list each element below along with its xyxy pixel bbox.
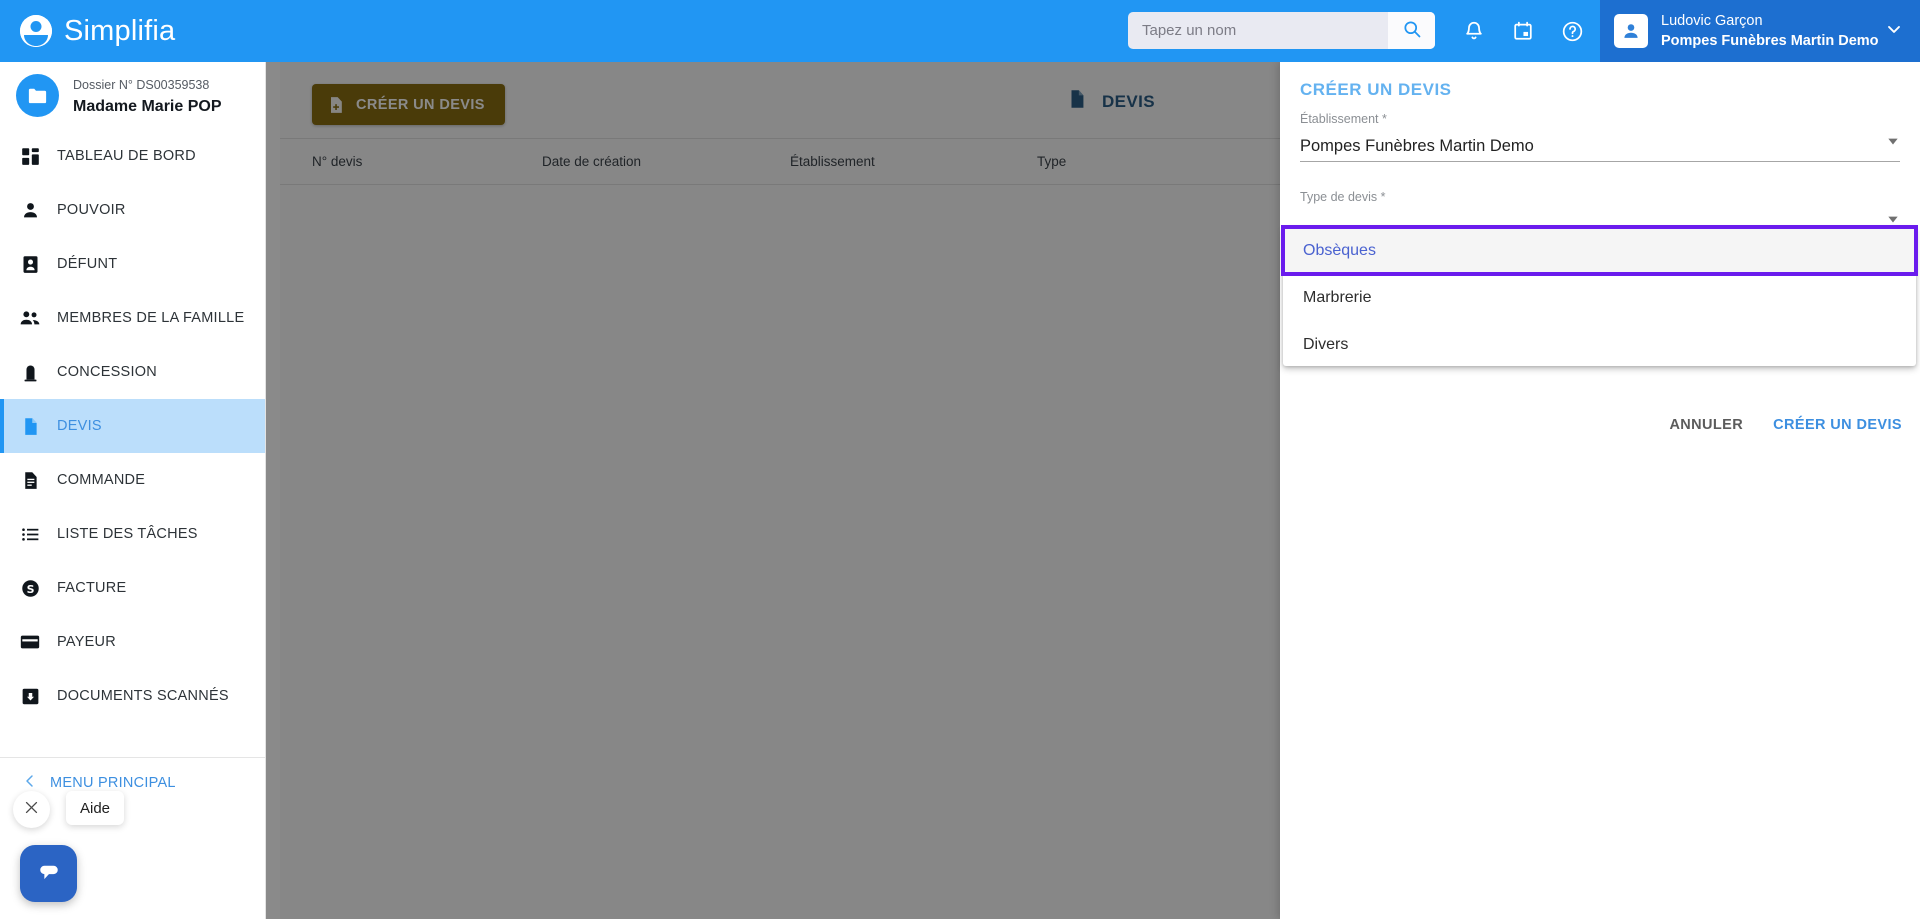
- sidebar-item-concession[interactable]: CONCESSION: [0, 345, 265, 399]
- sidebar-item-label: MEMBRES DE LA FAMILLE: [57, 310, 245, 326]
- search-input[interactable]: [1128, 12, 1388, 49]
- top-header: Simplifia Tapez un nom Ludovic Garçon Po…: [0, 0, 1920, 62]
- sidebar-item-label: DOCUMENTS SCANNÉS: [57, 688, 229, 704]
- sidebar-item-label: COMMANDE: [57, 472, 146, 488]
- search-button[interactable]: [1388, 12, 1435, 49]
- user-name: Ludovic Garçon: [1661, 13, 1763, 29]
- folder-icon: [16, 74, 59, 117]
- scanned-docs-icon: [17, 683, 43, 709]
- field-etablissement-label: Établissement *: [1300, 112, 1387, 126]
- credit-card-icon: [17, 629, 43, 655]
- sidebar-item-liste-des-taches[interactable]: LISTE DES TÂCHES: [0, 507, 265, 561]
- user-info: Ludovic Garçon Pompes Funèbres Martin De…: [1661, 11, 1884, 51]
- sidebar-item-label: DEVIS: [57, 418, 102, 434]
- dollar-coin-icon: S: [17, 575, 43, 601]
- notifications-bell-icon[interactable]: [1459, 16, 1489, 46]
- field-etablissement-control[interactable]: Pompes Funèbres Martin Demo: [1300, 134, 1900, 162]
- calendar-icon[interactable]: [1508, 16, 1538, 46]
- badge-person-icon: [17, 251, 43, 277]
- dossier-header[interactable]: Dossier N° DS00359538 Madame Marie POP: [0, 62, 265, 129]
- sidebar-menu-principal-label: MENU PRINCIPAL: [50, 775, 176, 791]
- sidebar-item-defunt[interactable]: DÉFUNT: [0, 237, 265, 291]
- dropdown-option-obseques[interactable]: Obsèques: [1281, 225, 1918, 276]
- chevron-down-icon[interactable]: [1886, 134, 1900, 153]
- type-de-devis-dropdown[interactable]: Obsèques Marbrerie Divers: [1281, 225, 1918, 368]
- chat-tooltip[interactable]: Aide: [66, 791, 125, 825]
- dossier-number: Dossier N° DS00359538: [73, 78, 210, 93]
- sidebar-item-label: CONCESSION: [57, 364, 157, 380]
- sidebar-item-devis[interactable]: DEVIS: [0, 399, 265, 453]
- document-lines-icon: [17, 467, 43, 493]
- submit-create-devis-button[interactable]: CRÉER UN DEVIS: [1773, 417, 1902, 433]
- sidebar-item-label: FACTURE: [57, 580, 127, 596]
- sidebar-item-facture[interactable]: S FACTURE: [0, 561, 265, 615]
- app-root: Simplifia Tapez un nom Ludovic Garçon Po…: [0, 0, 1920, 919]
- brand-name: Simplifia: [64, 14, 176, 47]
- chat-bubble-icon: [35, 857, 63, 890]
- create-devis-panel: CRÉER UN DEVIS Établissement * Pompes Fu…: [1280, 62, 1920, 919]
- chevron-down-icon[interactable]: [1884, 19, 1904, 44]
- dossier-person-name: Madame Marie POP: [73, 97, 222, 115]
- sidebar-item-tableau-de-bord[interactable]: TABLEAU DE BORD: [0, 129, 265, 183]
- panel-actions: ANNULER CRÉER UN DEVIS: [1669, 417, 1902, 433]
- chat-launcher-button[interactable]: [20, 845, 77, 902]
- sidebar-item-membres-de-la-famille[interactable]: MEMBRES DE LA FAMILLE: [0, 291, 265, 345]
- close-x-icon: [23, 799, 40, 821]
- dropdown-option-divers[interactable]: Divers: [1283, 321, 1916, 368]
- panel-title: CRÉER UN DEVIS: [1300, 80, 1452, 99]
- dossier-info: Dossier N° DS00359538 Madame Marie POP: [73, 74, 222, 116]
- field-etablissement[interactable]: Établissement * Pompes Funèbres Martin D…: [1300, 112, 1900, 162]
- dashboard-icon: [17, 143, 43, 169]
- brand[interactable]: Simplifia: [0, 13, 175, 49]
- svg-text:S: S: [26, 582, 34, 595]
- help-circle-icon[interactable]: [1557, 16, 1587, 46]
- dropdown-option-marbrerie[interactable]: Marbrerie: [1283, 274, 1916, 321]
- search-icon: [1402, 19, 1422, 42]
- sidebar-item-commande[interactable]: COMMANDE: [0, 453, 265, 507]
- cancel-button[interactable]: ANNULER: [1669, 417, 1743, 433]
- list-icon: [17, 521, 43, 547]
- sidebar-item-pouvoir[interactable]: POUVOIR: [0, 183, 265, 237]
- sidebar-item-label: LISTE DES TÂCHES: [57, 526, 198, 542]
- headstone-icon: [17, 359, 43, 385]
- person-icon: [17, 197, 43, 223]
- user-avatar-icon: [1614, 14, 1648, 48]
- field-etablissement-value: Pompes Funèbres Martin Demo: [1300, 137, 1534, 155]
- sidebar: Dossier N° DS00359538 Madame Marie POP T…: [0, 62, 266, 919]
- sidebar-item-documents-scannes[interactable]: DOCUMENTS SCANNÉS: [0, 669, 265, 723]
- people-group-icon: [17, 305, 43, 331]
- sidebar-item-label: PAYEUR: [57, 634, 116, 650]
- modal-backdrop[interactable]: [266, 62, 1280, 919]
- search-box[interactable]: [1128, 12, 1435, 49]
- user-account-menu[interactable]: Ludovic Garçon Pompes Funèbres Martin De…: [1600, 0, 1920, 62]
- chat-close-button[interactable]: [13, 791, 50, 828]
- sidebar-item-payeur[interactable]: PAYEUR: [0, 615, 265, 669]
- user-organization: Pompes Funèbres Martin Demo: [1661, 33, 1879, 49]
- sidebar-item-label: DÉFUNT: [57, 256, 118, 272]
- sidebar-item-label: POUVOIR: [57, 202, 126, 218]
- simplifia-logo-icon: [18, 13, 54, 49]
- field-type-de-devis-label: Type de devis *: [1300, 190, 1386, 204]
- sidebar-item-label: TABLEAU DE BORD: [57, 148, 196, 164]
- document-icon: [17, 413, 43, 439]
